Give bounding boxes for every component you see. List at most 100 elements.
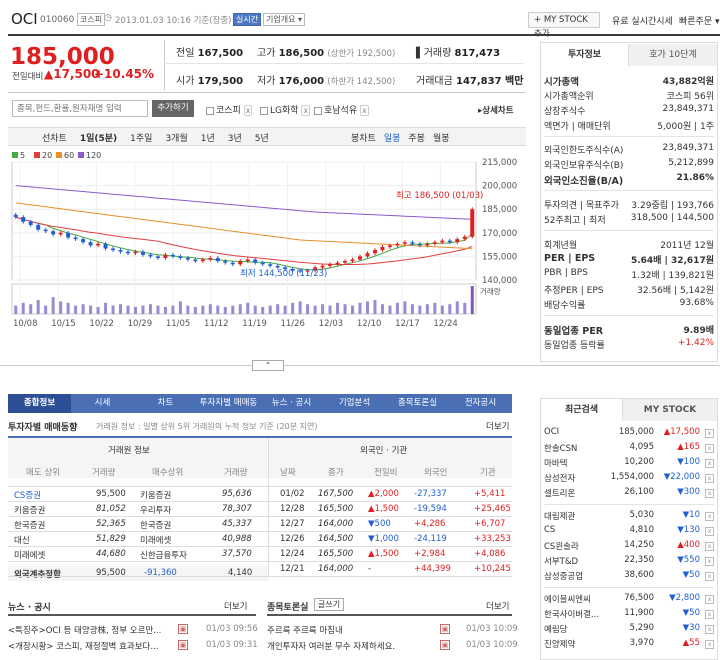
nav-tab[interactable]: 종합정보 [8, 394, 71, 413]
tab-orderbook[interactable]: 호가 10단계 [629, 44, 717, 66]
tab-investment-info[interactable]: 투자정보 [541, 44, 629, 66]
broker-buy-name[interactable]: 신한금융투자 [140, 549, 187, 561]
broker-sell-name[interactable]: 대신 [14, 534, 30, 546]
recent-item-name[interactable]: 삼성중공업 [544, 570, 583, 582]
recent-item[interactable]: 서부T&D 22,350 ▼550 x [544, 555, 714, 570]
remove-icon[interactable]: x [705, 474, 714, 483]
tab-1year[interactable]: 1년 [201, 134, 215, 144]
recent-item[interactable]: 삼성중공업 38,600 ▼50 x [544, 570, 714, 585]
recent-item[interactable]: 진양제약 3,970 ▲55 x [544, 638, 714, 653]
tab-3year[interactable]: 3년 [228, 134, 242, 144]
tab-3month[interactable]: 3개월 [165, 134, 187, 144]
recent-item[interactable]: OCI 185,000 ▲17,500 x [544, 427, 714, 442]
recent-item[interactable]: 마바텍 10,200 ▼100 x [544, 457, 714, 472]
forum-item-title[interactable]: 주르륵 주르륵 마침내 [267, 624, 439, 636]
broker-buy-name[interactable]: 우리투자 [140, 504, 171, 516]
forum-write-button[interactable]: 글쓰기 [314, 598, 345, 611]
recent-item-name[interactable]: CS [544, 525, 555, 535]
nav-tab[interactable]: 투자자별 매매동향 [197, 394, 260, 427]
remove-icon[interactable]: x [705, 595, 714, 604]
remove-icon[interactable]: x [705, 512, 714, 521]
recent-item[interactable]: 에이블씨엔씨 76,500 ▼2,800 x [544, 593, 714, 608]
company-overview-dropdown[interactable]: 기업개요 ▾ [263, 13, 305, 26]
tab-1day[interactable]: 1일(5분) [80, 134, 117, 144]
broker-buy-name[interactable]: 미래에셋 [140, 534, 171, 546]
tab-my-stock[interactable]: MY STOCK [623, 399, 717, 421]
remove-icon[interactable]: x [705, 429, 714, 438]
compare-search-input[interactable] [12, 100, 148, 117]
investor-more-link[interactable]: 더보기 [486, 420, 509, 432]
nav-tab[interactable]: 뉴스 · 공시 [260, 394, 323, 413]
tab-recent-search[interactable]: 최근검색 [541, 399, 623, 421]
broker-buy-name[interactable]: 한국증권 [140, 519, 171, 531]
remove-icon[interactable]: x [243, 105, 253, 116]
forum-more-link[interactable]: 더보기 [486, 600, 509, 612]
broker-sell-name[interactable]: 한국증권 [14, 519, 45, 531]
checkbox-icon[interactable] [314, 106, 322, 115]
remove-icon[interactable]: x [705, 557, 714, 566]
recent-item[interactable]: CS 4,810 ▼130 x [544, 525, 714, 540]
news-item-title[interactable]: <개장시황> 코스피, 재정절벽 효과보다... [8, 640, 178, 652]
nav-tab[interactable]: 차트 [134, 394, 197, 413]
recent-item-name[interactable]: 진양제약 [544, 638, 575, 650]
recent-item-name[interactable]: 마바텍 [544, 457, 567, 469]
recent-item-name[interactable]: 한국사이버결... [544, 608, 599, 620]
remove-icon[interactable]: x [705, 444, 714, 453]
recent-item-name[interactable]: CS윈솔라 [544, 540, 579, 552]
tab-candle-chart[interactable]: 봉차트 [351, 134, 376, 144]
recent-item[interactable]: CS윈솔라 14,250 ▲400 x [544, 540, 714, 555]
compare-item-honam[interactable]: 호남석유 x [314, 103, 369, 116]
tab-weekly[interactable]: 주봉 [408, 134, 425, 144]
recent-item-name[interactable]: 삼성전자 [544, 472, 575, 484]
compare-item-kospi[interactable]: 코스피 x [206, 103, 253, 116]
checkbox-icon[interactable] [206, 106, 214, 115]
broker-sell-name[interactable]: 키움증권 [14, 504, 45, 516]
tab-5year[interactable]: 5년 [255, 134, 269, 144]
recent-item[interactable]: 셀트리온 26,100 ▼300 x [544, 487, 714, 502]
recent-item-name[interactable]: OCI [544, 427, 559, 437]
detail-chart-link[interactable]: ▸상세차트 [478, 104, 514, 116]
add-compare-button[interactable]: 추가하기 [152, 100, 194, 117]
recent-item-name[interactable]: 에이블씨엔씨 [544, 593, 591, 605]
remove-icon[interactable]: x [705, 572, 714, 581]
price-chart[interactable]: 215,000 200,000 185,000 170,000 155,000 140,0… [8, 148, 526, 328]
broker-sell-name[interactable]: 미래에셋 [14, 549, 45, 561]
remove-icon[interactable]: x [301, 105, 311, 116]
remove-icon[interactable]: x [705, 610, 714, 619]
recent-item-name[interactable]: 셀트리온 [544, 487, 575, 499]
nav-tab[interactable]: 전자공시 [449, 394, 512, 413]
nav-tab[interactable]: 기업분석 [323, 394, 386, 413]
remove-icon[interactable]: x [705, 640, 714, 649]
remove-icon[interactable]: x [705, 489, 714, 498]
recent-item[interactable]: 한솔CSN 4,095 ▲165 x [544, 442, 714, 457]
collapse-chevron-icon[interactable]: ⌃ [252, 360, 284, 371]
remove-icon[interactable]: x [705, 459, 714, 468]
recent-item-name[interactable]: 한솔CSN [544, 442, 577, 454]
checkbox-icon[interactable] [260, 106, 268, 115]
recent-item-name[interactable]: 서부T&D [544, 555, 578, 567]
recent-item-name[interactable]: 대림제관 [544, 510, 575, 522]
add-my-stock-button[interactable]: + MY STOCK 추가 [528, 12, 600, 39]
tab-1week[interactable]: 1주일 [130, 134, 152, 144]
recent-item[interactable]: 한국사이버결... 11,900 ▼50 x [544, 608, 714, 623]
remove-icon[interactable]: x [705, 542, 714, 551]
remove-icon[interactable]: x [360, 105, 369, 116]
tab-monthly[interactable]: 월봉 [433, 134, 450, 144]
recent-item-name[interactable]: 예림당 [544, 623, 567, 635]
forum-item-title[interactable]: 개인투자자 여러분 무수 자제하세요. [267, 640, 439, 652]
broker-buy-name[interactable]: 키움증권 [140, 489, 171, 501]
recent-item[interactable]: 대림제관 5,030 ▼10 x [544, 510, 714, 525]
remove-icon[interactable]: x [705, 625, 714, 634]
realtime-badge[interactable]: 실시간 [233, 13, 262, 26]
news-item-title[interactable]: <특징주>OCI 등 태양광株, 정부 오르만... [8, 624, 178, 636]
tab-daily[interactable]: 일봉 [384, 134, 401, 144]
compare-item-lgchem[interactable]: LG화학 x [260, 103, 311, 116]
quick-order-dropdown[interactable]: 빠른주문 ▾ [679, 14, 720, 27]
news-more-link[interactable]: 더보기 [224, 600, 247, 612]
realtime-paid-link[interactable]: 유료 실시간시세 [612, 14, 673, 27]
recent-item[interactable]: 예림당 5,290 ▼30 x [544, 623, 714, 638]
recent-item[interactable]: 삼성전자 1,554,000 ▼22,000 x [544, 472, 714, 487]
remove-icon[interactable]: x [705, 527, 714, 536]
nav-tab[interactable]: 종목토론실 [386, 394, 449, 413]
tab-line-chart[interactable]: 선차트 [42, 134, 67, 144]
